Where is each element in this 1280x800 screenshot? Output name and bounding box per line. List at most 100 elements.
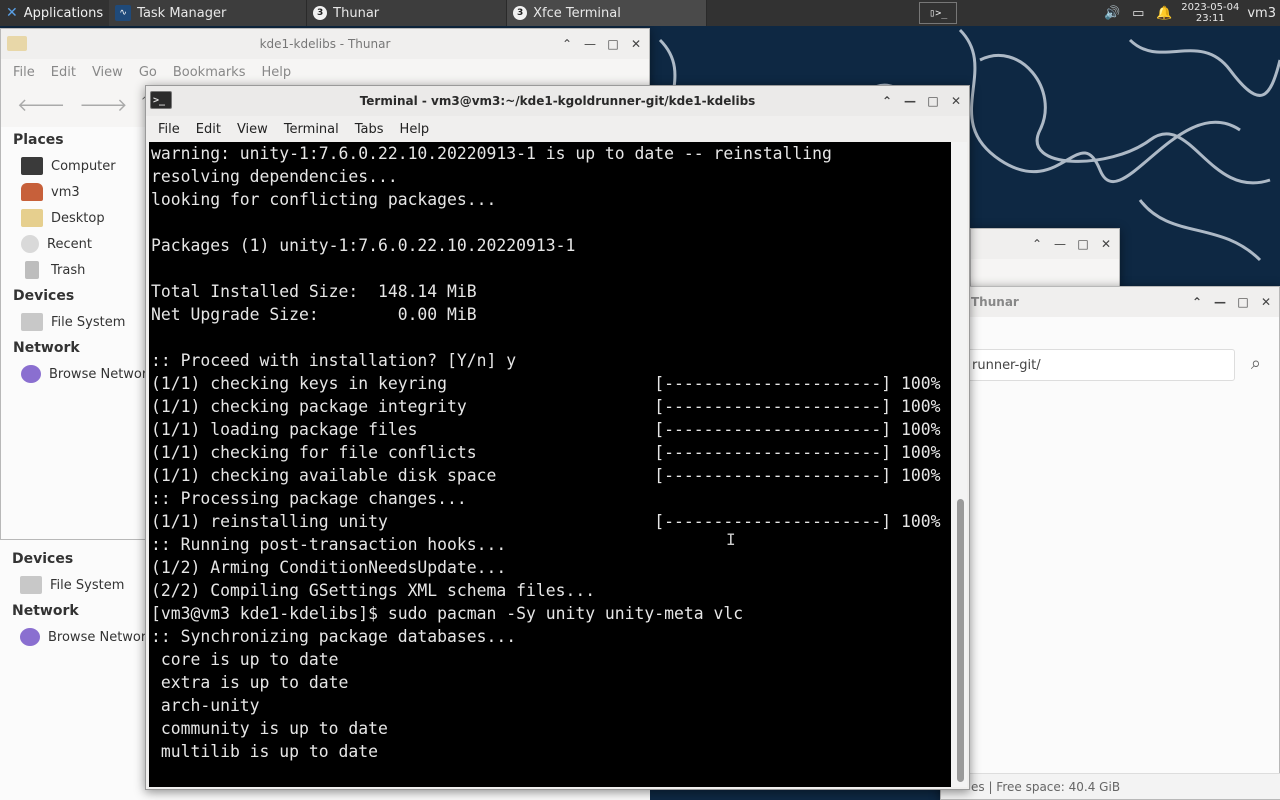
place-desktop[interactable]: Desktop — [1, 205, 149, 231]
window-titlebar[interactable]: >_ Terminal - vm3@vm3:~/kde1-kgoldrunner… — [146, 86, 969, 116]
battery-icon[interactable]: ▭ — [1129, 4, 1147, 22]
task-label: Xfce Terminal — [533, 5, 621, 21]
menu-help[interactable]: Help — [392, 122, 438, 137]
shade-icon[interactable]: ⌃ — [560, 37, 574, 51]
network-header: Network — [12, 603, 79, 619]
applications-menu-button[interactable]: ✕ Applications — [0, 0, 109, 26]
menu-terminal[interactable]: Terminal — [276, 122, 347, 137]
side-pane: Devices File System Network Browse Netwo… — [0, 546, 148, 800]
network-icon — [20, 628, 40, 646]
terminal-line: arch-unity — [151, 696, 260, 715]
menu-go[interactable]: Go — [131, 65, 165, 80]
back-arrow-icon[interactable]: 🡐 — [17, 95, 65, 116]
close-icon[interactable]: ✕ — [949, 94, 963, 108]
place-trash[interactable]: Trash — [1, 257, 149, 283]
menu-help[interactable]: Help — [253, 65, 299, 80]
close-icon[interactable]: ✕ — [629, 37, 643, 51]
menu-edit[interactable]: Edit — [43, 65, 84, 80]
terminal-line: core is up to date — [151, 650, 339, 669]
minimize-icon[interactable]: — — [1213, 295, 1227, 309]
workspace-terminal-icon[interactable]: ▯>_ — [919, 2, 958, 24]
network-browse[interactable]: Browse Network — [0, 624, 148, 650]
network-browse[interactable]: Browse Network — [1, 361, 149, 387]
location-path: runner-git/ — [972, 357, 1041, 373]
minimize-icon[interactable]: — — [1053, 237, 1067, 251]
folder-icon — [21, 209, 43, 227]
menu-tabs[interactable]: Tabs — [347, 122, 392, 137]
drive-icon — [20, 576, 42, 594]
terminal-icon: >_ — [150, 91, 172, 109]
window-title: Thunar — [971, 295, 1019, 309]
shade-icon[interactable]: ⌃ — [880, 94, 894, 108]
task-task-manager[interactable]: ∿ Task Manager — [109, 0, 308, 26]
terminal-line: :: Running post-transaction hooks... — [151, 535, 507, 554]
menu-view[interactable]: View — [229, 122, 276, 137]
menu-edit[interactable]: Edit — [188, 122, 229, 137]
text-cursor-icon: I — [726, 530, 736, 549]
window-count-badge: 3 — [513, 6, 528, 20]
location-bar[interactable]: runner-git/ — [951, 349, 1235, 381]
menu-view[interactable]: View — [84, 65, 131, 80]
trash-icon — [25, 261, 39, 279]
place-computer[interactable]: Computer — [1, 153, 149, 179]
terminal-line: (1/1) checking keys in keyring [--------… — [151, 374, 941, 393]
window-title: Terminal - vm3@vm3:~/kde1-kgoldrunner-gi… — [359, 94, 756, 108]
maximize-icon[interactable]: □ — [1076, 237, 1090, 251]
maximize-icon[interactable]: □ — [1236, 295, 1250, 309]
place-recent[interactable]: Recent — [1, 231, 149, 257]
menu-file[interactable]: File — [150, 122, 188, 137]
place-home[interactable]: vm3 — [1, 179, 149, 205]
terminal-line: :: Processing package changes... — [151, 489, 467, 508]
close-icon[interactable]: ✕ — [1099, 237, 1113, 251]
terminal-line: (1/1) checking available disk space [---… — [151, 466, 941, 485]
device-file-system[interactable]: File System — [0, 572, 148, 598]
window-controls: ⌃ — □ ✕ — [1030, 229, 1113, 259]
search-icon[interactable]: ⌕ — [1251, 353, 1261, 374]
terminal-line: (1/2) Arming ConditionNeedsUpdate... — [151, 558, 507, 577]
menubar: File Edit View Terminal Tabs Help — [146, 116, 969, 142]
terminal-line: resolving dependencies... — [151, 167, 398, 186]
maximize-icon[interactable]: □ — [606, 37, 620, 51]
user-name[interactable]: vm3 — [1247, 6, 1276, 21]
window-count-badge: 3 — [313, 6, 328, 20]
terminal-line: :: Synchronizing package databases... — [151, 627, 517, 646]
volume-icon[interactable]: 🔊 — [1103, 4, 1121, 22]
terminal-line: (1/1) loading package files [-----------… — [151, 420, 941, 439]
notification-bell-icon[interactable]: 🔔 — [1155, 4, 1173, 22]
terminal-line: Packages (1) unity-1:7.6.0.22.10.2022091… — [151, 236, 576, 255]
window-titlebar[interactable]: Thunar ⌃ — □ ✕ — [941, 287, 1279, 317]
window-title: kde1-kdelibs - Thunar — [259, 37, 391, 51]
window-titlebar[interactable]: kde1-kdelibs - Thunar ⌃ — □ ✕ — [1, 29, 649, 59]
menu-file[interactable]: File — [5, 65, 43, 80]
task-label: Task Manager — [137, 5, 227, 21]
terminal-text: warning: unity-1:7.6.0.22.10.20220913-1 … — [149, 142, 952, 763]
menu-bookmarks[interactable]: Bookmarks — [165, 65, 254, 80]
terminal-line: community is up to date — [151, 719, 388, 738]
minimize-icon[interactable]: — — [903, 94, 917, 108]
task-label: Thunar — [333, 5, 380, 21]
terminal-line: (1/1) checking for file conflicts [-----… — [151, 443, 941, 462]
clock[interactable]: 2023-05-04 23:11 — [1181, 2, 1239, 24]
maximize-icon[interactable]: □ — [926, 94, 940, 108]
menubar: File Edit View Go Bookmarks Help — [1, 59, 649, 85]
side-pane: Places Computer vm3 Desktop Recent Trash… — [1, 127, 149, 539]
network-header: Network — [13, 340, 80, 356]
terminal-output[interactable]: warning: unity-1:7.6.0.22.10.20220913-1 … — [149, 142, 952, 787]
places-header: Places — [13, 132, 64, 148]
system-tray: ▯>_ 🔊 ▭ 🔔 2023-05-04 23:11 vm3 — [919, 0, 1280, 26]
terminal-line: :: Proceed with installation? [Y/n] y — [151, 351, 517, 370]
minimize-icon[interactable]: — — [583, 37, 597, 51]
terminal-line: (1/1) reinstalling unity [--------------… — [151, 512, 941, 531]
device-file-system[interactable]: File System — [1, 309, 149, 335]
window-titlebar[interactable]: ⌃ — □ ✕ — [971, 229, 1119, 259]
status-bar: es | Free space: 40.4 GiB — [941, 773, 1280, 799]
shade-icon[interactable]: ⌃ — [1190, 295, 1204, 309]
forward-arrow-icon[interactable]: 🡒 — [79, 95, 127, 116]
scrollbar-thumb[interactable] — [957, 499, 964, 782]
shade-icon[interactable]: ⌃ — [1030, 237, 1044, 251]
task-xfce-terminal[interactable]: 3 Xfce Terminal — [507, 0, 708, 26]
terminal-line: Total Installed Size: 148.14 MiB — [151, 282, 477, 301]
close-icon[interactable]: ✕ — [1259, 295, 1273, 309]
task-thunar[interactable]: 3 Thunar — [307, 0, 508, 26]
